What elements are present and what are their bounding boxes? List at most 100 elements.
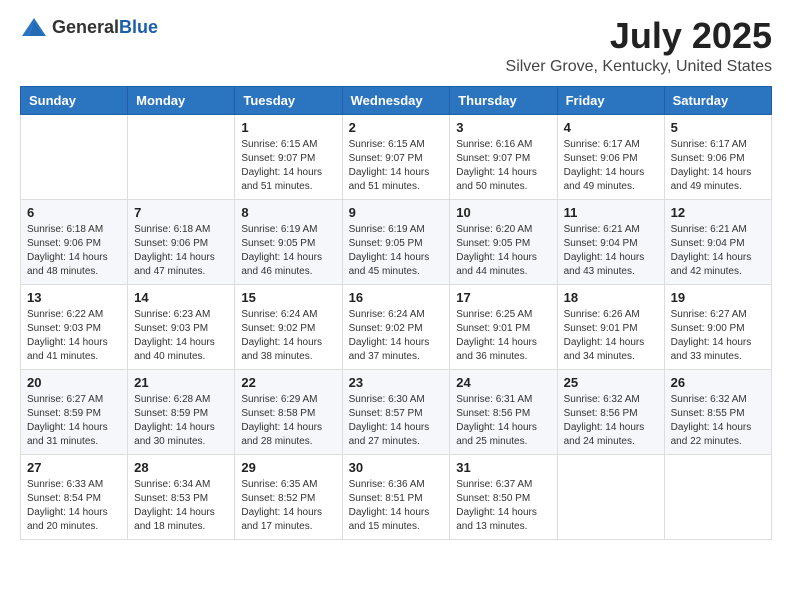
day-info: Sunrise: 6:28 AM Sunset: 8:59 PM Dayligh… — [134, 393, 228, 449]
day-info: Sunrise: 6:32 AM Sunset: 8:56 PM Dayligh… — [564, 393, 658, 449]
day-number: 31 — [456, 460, 550, 475]
logo-text-blue: Blue — [119, 17, 158, 37]
day-number: 20 — [27, 375, 121, 390]
day-number: 23 — [349, 375, 444, 390]
day-info: Sunrise: 6:24 AM Sunset: 9:02 PM Dayligh… — [349, 308, 444, 364]
day-number: 27 — [27, 460, 121, 475]
calendar-cell: 21 Sunrise: 6:28 AM Sunset: 8:59 PM Dayli… — [128, 369, 235, 454]
day-info: Sunrise: 6:34 AM Sunset: 8:53 PM Dayligh… — [134, 478, 228, 534]
day-number: 17 — [456, 290, 550, 305]
calendar-cell: 15 Sunrise: 6:24 AM Sunset: 9:02 PM Dayli… — [235, 284, 342, 369]
calendar-cell: 18 Sunrise: 6:26 AM Sunset: 9:01 PM Dayli… — [557, 284, 664, 369]
day-info: Sunrise: 6:21 AM Sunset: 9:04 PM Dayligh… — [671, 223, 765, 279]
logo-text-general: General — [52, 17, 119, 37]
weekday-header: Monday — [128, 86, 235, 114]
calendar-cell — [21, 114, 128, 199]
day-info: Sunrise: 6:29 AM Sunset: 8:58 PM Dayligh… — [241, 393, 335, 449]
day-info: Sunrise: 6:33 AM Sunset: 8:54 PM Dayligh… — [27, 478, 121, 534]
calendar-table: SundayMondayTuesdayWednesdayThursdayFrid… — [20, 86, 772, 540]
calendar-cell: 4Sunrise: 6:17 AM Sunset: 9:06 PM Daylig… — [557, 114, 664, 199]
day-number: 15 — [241, 290, 335, 305]
day-info: Sunrise: 6:21 AM Sunset: 9:04 PM Dayligh… — [564, 223, 658, 279]
weekday-header: Tuesday — [235, 86, 342, 114]
calendar-cell: 7Sunrise: 6:18 AM Sunset: 9:06 PM Daylig… — [128, 199, 235, 284]
day-info: Sunrise: 6:15 AM Sunset: 9:07 PM Dayligh… — [349, 138, 444, 194]
title-area: July 2025 Silver Grove, Kentucky, United… — [506, 16, 772, 76]
day-number: 22 — [241, 375, 335, 390]
calendar-cell: 14 Sunrise: 6:23 AM Sunset: 9:03 PM Dayli… — [128, 284, 235, 369]
calendar-cell — [664, 454, 771, 539]
day-info: Sunrise: 6:25 AM Sunset: 9:01 PM Dayligh… — [456, 308, 550, 364]
day-number: 6 — [27, 205, 121, 220]
day-number: 19 — [671, 290, 765, 305]
day-number: 21 — [134, 375, 228, 390]
calendar-cell: 19 Sunrise: 6:27 AM Sunset: 9:00 PM Dayli… — [664, 284, 771, 369]
day-info: Sunrise: 6:27 AM Sunset: 8:59 PM Dayligh… — [27, 393, 121, 449]
calendar-cell: 16 Sunrise: 6:24 AM Sunset: 9:02 PM Dayli… — [342, 284, 450, 369]
page-title: July 2025 — [506, 16, 772, 56]
day-number: 16 — [349, 290, 444, 305]
calendar-week-row: 6 Sunrise: 6:18 AM Sunset: 9:06 PM Daylig… — [21, 199, 772, 284]
day-info: Sunrise: 6:26 AM Sunset: 9:01 PM Dayligh… — [564, 308, 658, 364]
calendar-cell: 20 Sunrise: 6:27 AM Sunset: 8:59 PM Dayli… — [21, 369, 128, 454]
day-info: Sunrise: 6:17 AM Sunset: 9:06 PM Dayligh… — [564, 138, 658, 194]
day-info: Sunrise: 6:36 AM Sunset: 8:51 PM Dayligh… — [349, 478, 444, 534]
calendar-cell: 24Sunrise: 6:31 AM Sunset: 8:56 PM Dayli… — [450, 369, 557, 454]
calendar-cell: 23 Sunrise: 6:30 AM Sunset: 8:57 PM Dayli… — [342, 369, 450, 454]
day-info: Sunrise: 6:24 AM Sunset: 9:02 PM Dayligh… — [241, 308, 335, 364]
weekday-header: Saturday — [664, 86, 771, 114]
page-header: GeneralBlue July 2025 Silver Grove, Kent… — [20, 16, 772, 76]
calendar-cell — [557, 454, 664, 539]
day-number: 28 — [134, 460, 228, 475]
day-number: 1 — [241, 120, 335, 135]
day-info: Sunrise: 6:30 AM Sunset: 8:57 PM Dayligh… — [349, 393, 444, 449]
day-number: 25 — [564, 375, 658, 390]
day-number: 29 — [241, 460, 335, 475]
day-info: Sunrise: 6:23 AM Sunset: 9:03 PM Dayligh… — [134, 308, 228, 364]
day-number: 24 — [456, 375, 550, 390]
day-number: 10 — [456, 205, 550, 220]
day-info: Sunrise: 6:32 AM Sunset: 8:55 PM Dayligh… — [671, 393, 765, 449]
weekday-header: Friday — [557, 86, 664, 114]
day-number: 9 — [349, 205, 444, 220]
calendar-cell: 8Sunrise: 6:19 AM Sunset: 9:05 PM Daylig… — [235, 199, 342, 284]
day-number: 18 — [564, 290, 658, 305]
calendar-week-row: 20 Sunrise: 6:27 AM Sunset: 8:59 PM Dayli… — [21, 369, 772, 454]
day-info: Sunrise: 6:22 AM Sunset: 9:03 PM Dayligh… — [27, 308, 121, 364]
calendar-cell: 26 Sunrise: 6:32 AM Sunset: 8:55 PM Dayli… — [664, 369, 771, 454]
logo-icon — [20, 16, 48, 40]
calendar-cell: 17 Sunrise: 6:25 AM Sunset: 9:01 PM Dayli… — [450, 284, 557, 369]
day-info: Sunrise: 6:27 AM Sunset: 9:00 PM Dayligh… — [671, 308, 765, 364]
day-number: 2 — [349, 120, 444, 135]
calendar-cell: 25 Sunrise: 6:32 AM Sunset: 8:56 PM Dayli… — [557, 369, 664, 454]
day-number: 13 — [27, 290, 121, 305]
calendar-cell: 30Sunrise: 6:36 AM Sunset: 8:51 PM Dayli… — [342, 454, 450, 539]
calendar-cell: 12Sunrise: 6:21 AM Sunset: 9:04 PM Dayli… — [664, 199, 771, 284]
calendar-week-row: 13 Sunrise: 6:22 AM Sunset: 9:03 PM Dayli… — [21, 284, 772, 369]
calendar-cell: 22 Sunrise: 6:29 AM Sunset: 8:58 PM Dayli… — [235, 369, 342, 454]
weekday-header: Thursday — [450, 86, 557, 114]
logo: GeneralBlue — [20, 16, 158, 40]
calendar-cell: 9Sunrise: 6:19 AM Sunset: 9:05 PM Daylig… — [342, 199, 450, 284]
day-info: Sunrise: 6:18 AM Sunset: 9:06 PM Dayligh… — [27, 223, 121, 279]
day-number: 26 — [671, 375, 765, 390]
page-subtitle: Silver Grove, Kentucky, United States — [506, 58, 772, 76]
calendar-cell: 6 Sunrise: 6:18 AM Sunset: 9:06 PM Daylig… — [21, 199, 128, 284]
day-number: 14 — [134, 290, 228, 305]
day-info: Sunrise: 6:17 AM Sunset: 9:06 PM Dayligh… — [671, 138, 765, 194]
calendar-cell: 13 Sunrise: 6:22 AM Sunset: 9:03 PM Dayli… — [21, 284, 128, 369]
calendar-cell: 5 Sunrise: 6:17 AM Sunset: 9:06 PM Daylig… — [664, 114, 771, 199]
day-info: Sunrise: 6:18 AM Sunset: 9:06 PM Dayligh… — [134, 223, 228, 279]
day-number: 11 — [564, 205, 658, 220]
calendar-cell: 28 Sunrise: 6:34 AM Sunset: 8:53 PM Dayli… — [128, 454, 235, 539]
calendar-cell: 27 Sunrise: 6:33 AM Sunset: 8:54 PM Dayli… — [21, 454, 128, 539]
day-info: Sunrise: 6:35 AM Sunset: 8:52 PM Dayligh… — [241, 478, 335, 534]
day-number: 3 — [456, 120, 550, 135]
calendar-cell: 3 Sunrise: 6:16 AM Sunset: 9:07 PM Daylig… — [450, 114, 557, 199]
calendar-cell: 1Sunrise: 6:15 AM Sunset: 9:07 PM Daylig… — [235, 114, 342, 199]
calendar-cell: 2 Sunrise: 6:15 AM Sunset: 9:07 PM Daylig… — [342, 114, 450, 199]
day-info: Sunrise: 6:16 AM Sunset: 9:07 PM Dayligh… — [456, 138, 550, 194]
weekday-header: Sunday — [21, 86, 128, 114]
day-number: 5 — [671, 120, 765, 135]
calendar-cell: 11 Sunrise: 6:21 AM Sunset: 9:04 PM Dayli… — [557, 199, 664, 284]
